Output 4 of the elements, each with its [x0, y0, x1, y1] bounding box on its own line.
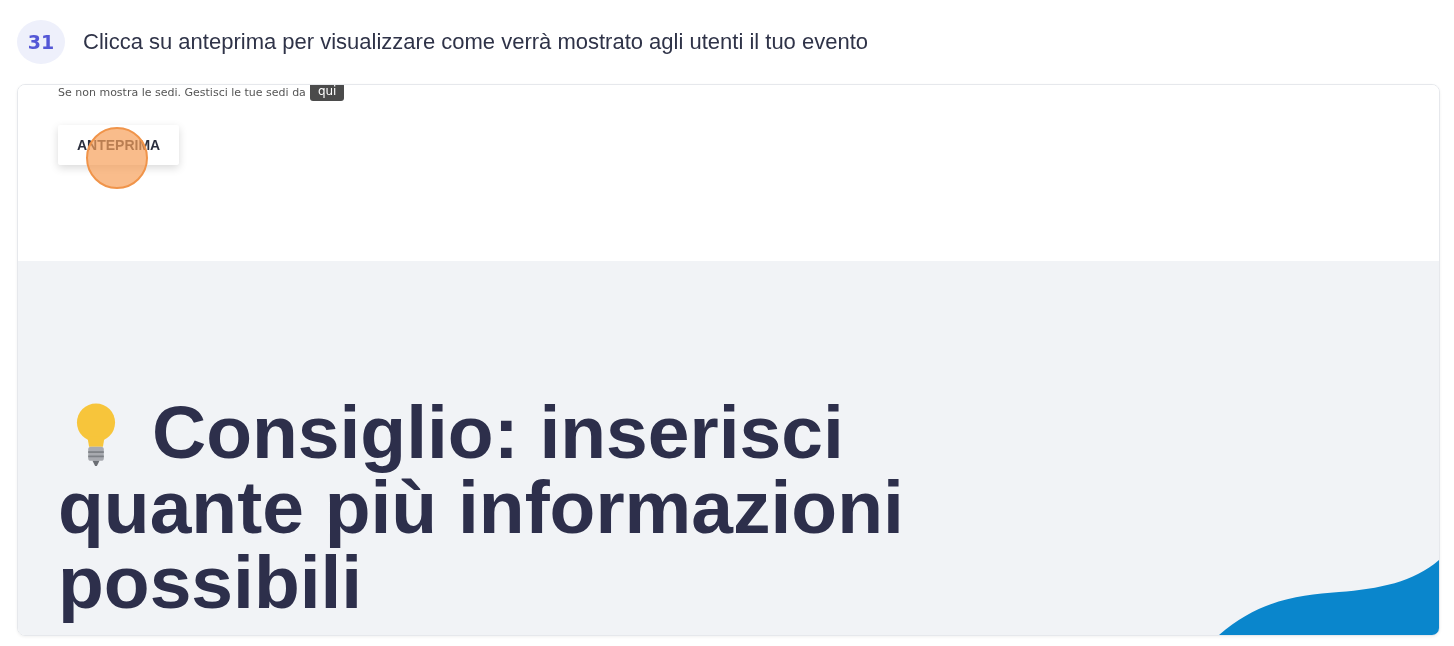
step-number: 31: [17, 20, 65, 64]
step-instruction: Clicca su anteprima per visualizzare come verrà mostrato agli utenti il tuo evento: [83, 29, 869, 55]
note-text: Se non mostra le sedi. Gestisci le tue sedi da: [58, 85, 306, 99]
link[interactable]: qui: [309, 85, 345, 101]
